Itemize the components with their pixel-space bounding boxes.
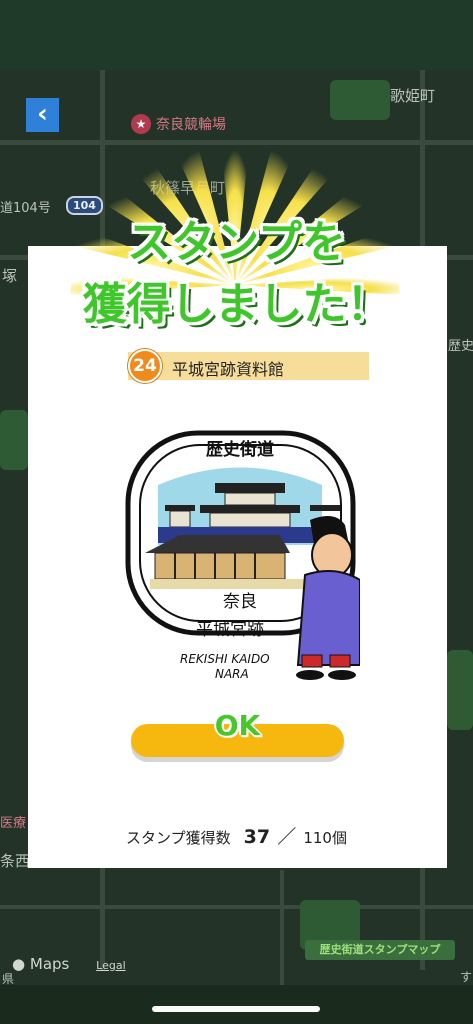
- ok-button[interactable]: OK: [131, 712, 344, 757]
- map-label: 条西: [0, 852, 31, 870]
- title-line-2: 獲得しました！: [82, 279, 391, 330]
- stamp-count-value: 37: [243, 826, 271, 848]
- ok-button-label: OK: [214, 709, 261, 742]
- stamp-count-separator: ／: [277, 826, 297, 848]
- home-indicator[interactable]: [152, 1006, 320, 1012]
- stamp-name: 平城宮跡資料館: [172, 360, 285, 379]
- stamp-place-2: 平城宮跡: [196, 620, 264, 640]
- poi-pin-icon[interactable]: ★: [131, 114, 151, 134]
- maps-label: Maps: [29, 955, 70, 973]
- maps-attribution: ● Maps Legal: [12, 955, 126, 973]
- stamp-roman-1: REKISHI KAIDO: [180, 652, 270, 666]
- map-road: [280, 870, 284, 990]
- back-button[interactable]: ‹: [26, 98, 59, 132]
- status-bar: [0, 0, 473, 70]
- map-label: 歌姫町: [390, 87, 436, 105]
- bottom-bar: [0, 985, 473, 1024]
- stamp-place-1: 奈良: [223, 592, 257, 612]
- map-park: [447, 650, 473, 730]
- stamp-count-total: 110個: [303, 829, 347, 847]
- map-label: す: [460, 970, 473, 984]
- legal-link[interactable]: Legal: [96, 959, 125, 972]
- stamp-heading: 歴史街道: [206, 439, 274, 460]
- stamp-image: 歴史街道 奈良 平城宮跡 REKISHI KAIDO NARA: [125, 430, 360, 681]
- dialog-title: スタンプを 獲得しました！: [0, 212, 473, 336]
- stamp-count-label: スタンプ獲得数: [126, 829, 231, 847]
- stamp-number-badge: 24: [128, 349, 162, 383]
- stamp-map-banner[interactable]: 歴史街道スタンプマップ: [305, 940, 455, 960]
- stamp-roman-2: NARA: [215, 667, 249, 681]
- map-park: [0, 410, 28, 470]
- stamp-count: スタンプ獲得数 37 ／ 110個: [0, 822, 473, 849]
- title-line-1: スタンプを: [127, 217, 346, 268]
- map-park: [330, 80, 390, 120]
- poi-label[interactable]: 奈良競輪場: [156, 114, 226, 134]
- chevron-left-icon: ‹: [37, 99, 48, 129]
- apple-icon: ●: [12, 955, 26, 973]
- map-label: 歴史: [448, 339, 473, 354]
- map-road: [0, 905, 473, 909]
